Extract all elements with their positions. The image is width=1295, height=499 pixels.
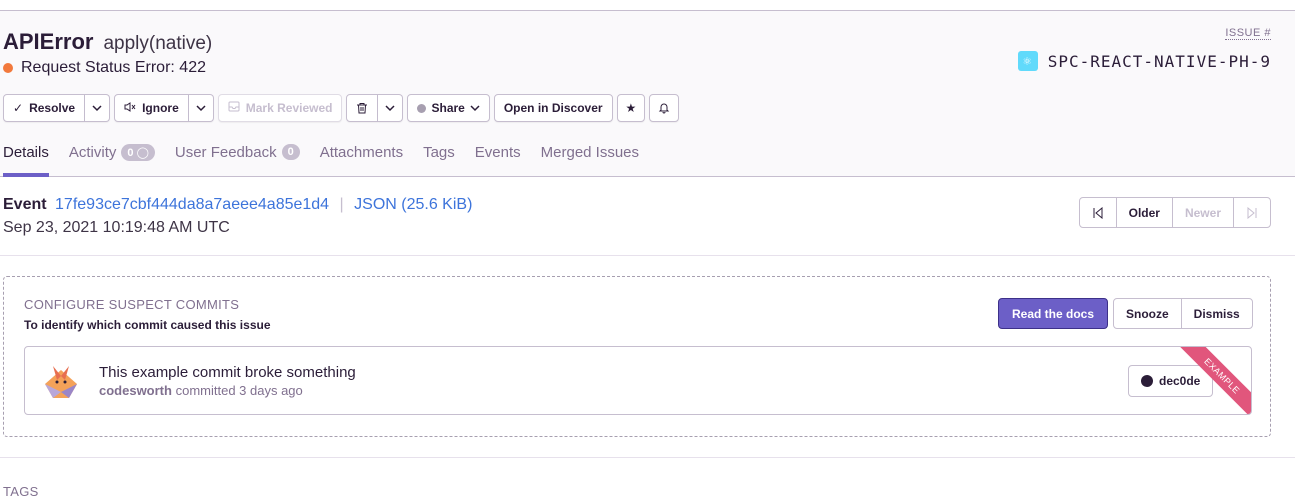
inbox-icon: [228, 101, 240, 115]
suspect-commits-panel: CONFIGURE SUSPECT COMMITS To identify wh…: [3, 276, 1271, 437]
example-commit-card: This example commit broke something code…: [24, 346, 1252, 415]
bell-icon: [659, 103, 670, 114]
json-link[interactable]: JSON (25.6 KiB): [354, 196, 472, 213]
tab-user-feedback[interactable]: User Feedback 0: [175, 144, 300, 177]
resolve-dropdown-button[interactable]: [85, 94, 111, 122]
resolve-label: Resolve: [29, 101, 76, 115]
snooze-dismiss-group: Snooze Dismiss: [1113, 298, 1253, 329]
commit-author: codesworth: [99, 383, 172, 398]
commit-time: committed 3 days ago: [175, 383, 303, 398]
short-id-text: SPC-REACT-NATIVE-PH-9: [1047, 51, 1271, 71]
share-label: Share: [431, 101, 465, 115]
react-icon: ⚛: [1017, 51, 1038, 71]
activity-badge: 0 ◯: [121, 144, 155, 161]
delete-dropdown-button[interactable]: [378, 94, 404, 122]
read-docs-button[interactable]: Read the docs: [998, 298, 1109, 329]
bookmark-button[interactable]: ★: [616, 94, 646, 122]
suspect-commits-title: CONFIGURE SUSPECT COMMITS: [24, 297, 240, 312]
snooze-button[interactable]: Snooze: [1114, 299, 1182, 328]
github-icon: [1141, 375, 1153, 387]
chevron-down-icon: [196, 105, 206, 112]
open-in-discover-button[interactable]: Open in Discover: [493, 94, 613, 122]
divider: [0, 255, 1295, 256]
resolve-group: ✓ Resolve: [3, 94, 111, 122]
event-label: Event: [3, 196, 47, 213]
share-status-dot: [417, 103, 427, 113]
issue-tabs: Details Activity 0 ◯ User Feedback 0 Att…: [3, 144, 659, 177]
commit-message: This example commit broke something: [99, 364, 356, 381]
issue-header: APIError apply(native) Request Status Er…: [0, 11, 1295, 177]
commit-sha-button[interactable]: dec0de: [1128, 365, 1214, 397]
chevron-down-icon: [470, 105, 480, 112]
commit-sha: dec0de: [1159, 374, 1201, 388]
ignore-button[interactable]: Ignore: [114, 94, 189, 122]
tab-events[interactable]: Events: [475, 144, 521, 177]
newer-button[interactable]: Newer: [1173, 198, 1234, 227]
tab-label: Merged Issues: [540, 144, 640, 161]
subscribe-button[interactable]: [649, 94, 680, 122]
tab-activity[interactable]: Activity 0 ◯: [69, 144, 155, 177]
ignore-group: Ignore: [114, 94, 214, 122]
tab-details[interactable]: Details: [3, 144, 49, 177]
status-row: Request Status Error: 422: [3, 59, 206, 77]
dismiss-button[interactable]: Dismiss: [1182, 299, 1252, 328]
ignore-dropdown-button[interactable]: [188, 94, 214, 122]
badge-count: 0: [127, 147, 134, 159]
star-icon: ★: [625, 101, 637, 115]
avatar: [45, 366, 77, 398]
tab-label: Details: [3, 144, 49, 161]
tab-label: User Feedback: [174, 144, 277, 161]
tab-label: Events: [474, 144, 521, 161]
issue-culprit: apply(native): [103, 33, 213, 54]
tab-attachments[interactable]: Attachments: [320, 144, 403, 177]
tab-merged-issues[interactable]: Merged Issues: [541, 144, 639, 177]
issue-short-id[interactable]: ⚛ SPC-REACT-NATIVE-PH-9: [1017, 51, 1271, 71]
tab-label: Tags: [423, 144, 455, 161]
older-button[interactable]: Older: [1117, 198, 1173, 227]
chevron-down-icon: [92, 105, 102, 112]
status-dot: [3, 63, 13, 73]
event-row: Event 17fe93ce7cbf444da8a7aeee4a85e1d4 |…: [3, 196, 472, 214]
ignore-label: Ignore: [142, 101, 179, 115]
check-icon: ✓: [13, 101, 24, 115]
share-button[interactable]: Share: [407, 94, 490, 122]
tab-label: Activity: [68, 144, 117, 161]
commit-meta: codesworth committed 3 days ago: [99, 383, 303, 398]
mark-reviewed-label: Mark Reviewed: [245, 101, 333, 115]
action-bar: ✓ Resolve Ignore Mark Reviewed Share Ope…: [3, 94, 683, 122]
issue-number-label: ISSUE #: [1225, 27, 1271, 40]
tab-label: Attachments: [319, 144, 404, 161]
skip-forward-icon: [1247, 206, 1257, 219]
chevron-down-icon: [385, 105, 396, 112]
separator: |: [339, 196, 344, 213]
comment-icon: ◯: [136, 147, 149, 159]
title-row: APIError apply(native): [3, 29, 212, 55]
event-navigation: Older Newer: [1078, 197, 1271, 228]
delete-group: [346, 94, 404, 122]
delete-button[interactable]: [346, 94, 379, 122]
divider: [0, 457, 1295, 458]
mute-icon: [124, 101, 136, 115]
trash-icon: [357, 103, 368, 114]
open-in-discover-label: Open in Discover: [503, 101, 603, 115]
tab-tags[interactable]: Tags: [423, 144, 455, 177]
newest-button[interactable]: [1234, 198, 1270, 227]
user-feedback-badge: 0: [281, 144, 300, 160]
mark-reviewed-button[interactable]: Mark Reviewed: [217, 94, 343, 122]
tags-section-title: TAGS: [3, 484, 39, 499]
resolve-button[interactable]: ✓ Resolve: [3, 94, 86, 122]
event-id-link[interactable]: 17fe93ce7cbf444da8a7aeee4a85e1d4: [55, 196, 329, 213]
skip-back-icon: [1093, 206, 1103, 219]
status-text: Request Status Error: 422: [21, 59, 206, 76]
oldest-button[interactable]: [1080, 198, 1117, 227]
issue-title: APIError: [3, 29, 94, 54]
suspect-commits-subtitle: To identify which commit caused this iss…: [24, 318, 271, 332]
event-date: Sep 23, 2021 10:19:48 AM UTC: [3, 219, 230, 236]
